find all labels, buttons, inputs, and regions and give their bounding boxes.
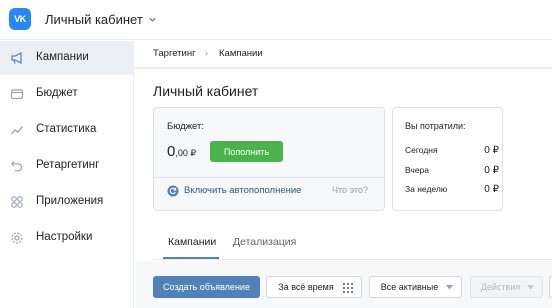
main-area: Таргетинг › Кампании Личный кабинет Бюдж…	[135, 41, 552, 308]
cabinet-selector[interactable]: Личный кабинет	[45, 12, 157, 27]
period-select[interactable]: За всё время	[266, 276, 362, 298]
spent-card: Вы потратили: Сегодня 0 ₽ Вчера 0 ₽ За н…	[392, 107, 503, 211]
budget-divider	[154, 177, 384, 178]
top-bar: VK Личный кабинет	[0, 0, 552, 40]
breadcrumb-item-campaigns: Кампании	[219, 48, 263, 59]
spent-title: Вы потратили:	[405, 121, 466, 131]
sidebar-item-retargeting[interactable]: Ретаргетинг	[0, 149, 134, 183]
retarget-arrow-icon	[10, 161, 23, 172]
breadcrumb-item-targeting[interactable]: Таргетинг	[153, 48, 196, 59]
spent-row-value: 0 ₽	[484, 184, 499, 195]
what-is-this-link[interactable]: Что это?	[332, 185, 368, 195]
sidebar-item-label: Настройки	[36, 231, 93, 243]
sidebar-item-budget[interactable]: Бюджет	[0, 77, 134, 111]
breadcrumb: Таргетинг › Кампании	[135, 41, 552, 68]
actions-label: Действия	[480, 282, 521, 292]
sidebar-item-statistics[interactable]: Статистика	[0, 113, 134, 147]
budget-card: Бюджет: 0,00 ₽ Пополнить Включить автопо…	[153, 107, 385, 211]
status-filter-select[interactable]: Все активные	[369, 276, 462, 298]
tab-campaigns[interactable]: Кампании	[168, 236, 216, 248]
budget-label: Бюджет:	[167, 121, 205, 132]
sidebar-item-label: Статистика	[36, 123, 97, 135]
gear-icon	[11, 232, 23, 244]
content-panel: Личный кабинет Бюджет: 0,00 ₽ Пополнить …	[135, 69, 552, 308]
wallet-icon	[10, 89, 24, 100]
apps-grid-icon	[11, 196, 23, 208]
tabs-bar: Кампании Детализация	[153, 229, 552, 260]
sidebar: Кампании Бюджет Статистика Ретаргетинг П…	[0, 41, 134, 308]
budget-amount: 0,00 ₽	[167, 143, 196, 161]
breadcrumb-separator: ›	[205, 48, 209, 59]
spent-row-label: Сегодня	[405, 145, 438, 155]
autopay-link[interactable]: Включить автопополнение	[184, 185, 301, 196]
budget-amount-dec: ,00 ₽	[175, 148, 197, 158]
spent-row-yesterday: Вчера 0 ₽	[405, 165, 499, 176]
spent-row-value: 0 ₽	[484, 165, 499, 176]
megaphone-icon	[11, 52, 22, 64]
sidebar-item-label: Ретаргетинг	[36, 159, 100, 171]
create-ad-button[interactable]: Создать объявление	[153, 276, 260, 298]
autopay-refresh-icon[interactable]	[167, 185, 179, 197]
spent-row-label: Вчера	[405, 165, 429, 175]
actions-dropdown[interactable]: Действия	[470, 276, 543, 298]
topup-button[interactable]: Пополнить	[210, 141, 283, 162]
spent-row-label: За неделю	[405, 184, 448, 194]
sidebar-item-label: Кампании	[36, 51, 89, 63]
spent-row-today: Сегодня 0 ₽	[405, 145, 499, 156]
period-select-label: За всё время	[278, 282, 334, 292]
calendar-icon	[343, 283, 353, 293]
chevron-down-icon	[149, 17, 156, 22]
dropdown-arrow-icon	[527, 285, 534, 290]
spent-row-week: За неделю 0 ₽	[405, 184, 499, 195]
stats-trend-icon	[11, 126, 24, 135]
spent-row-value: 0 ₽	[484, 145, 499, 156]
sidebar-item-campaigns[interactable]: Кампании	[0, 41, 134, 75]
tab-details[interactable]: Детализация	[233, 236, 296, 248]
dropdown-arrow-icon	[446, 285, 453, 290]
vk-logo[interactable]: VK	[9, 8, 31, 30]
sidebar-item-settings[interactable]: Настройки	[0, 221, 134, 255]
sidebar-item-apps[interactable]: Приложения	[0, 185, 134, 219]
sidebar-item-label: Бюджет	[36, 87, 78, 99]
cabinet-selector-label: Личный кабинет	[45, 12, 143, 27]
active-tab-indicator	[163, 257, 219, 259]
status-filter-label: Все активные	[380, 282, 439, 292]
page-title: Личный кабинет	[153, 83, 259, 99]
sidebar-item-label: Приложения	[36, 195, 104, 207]
